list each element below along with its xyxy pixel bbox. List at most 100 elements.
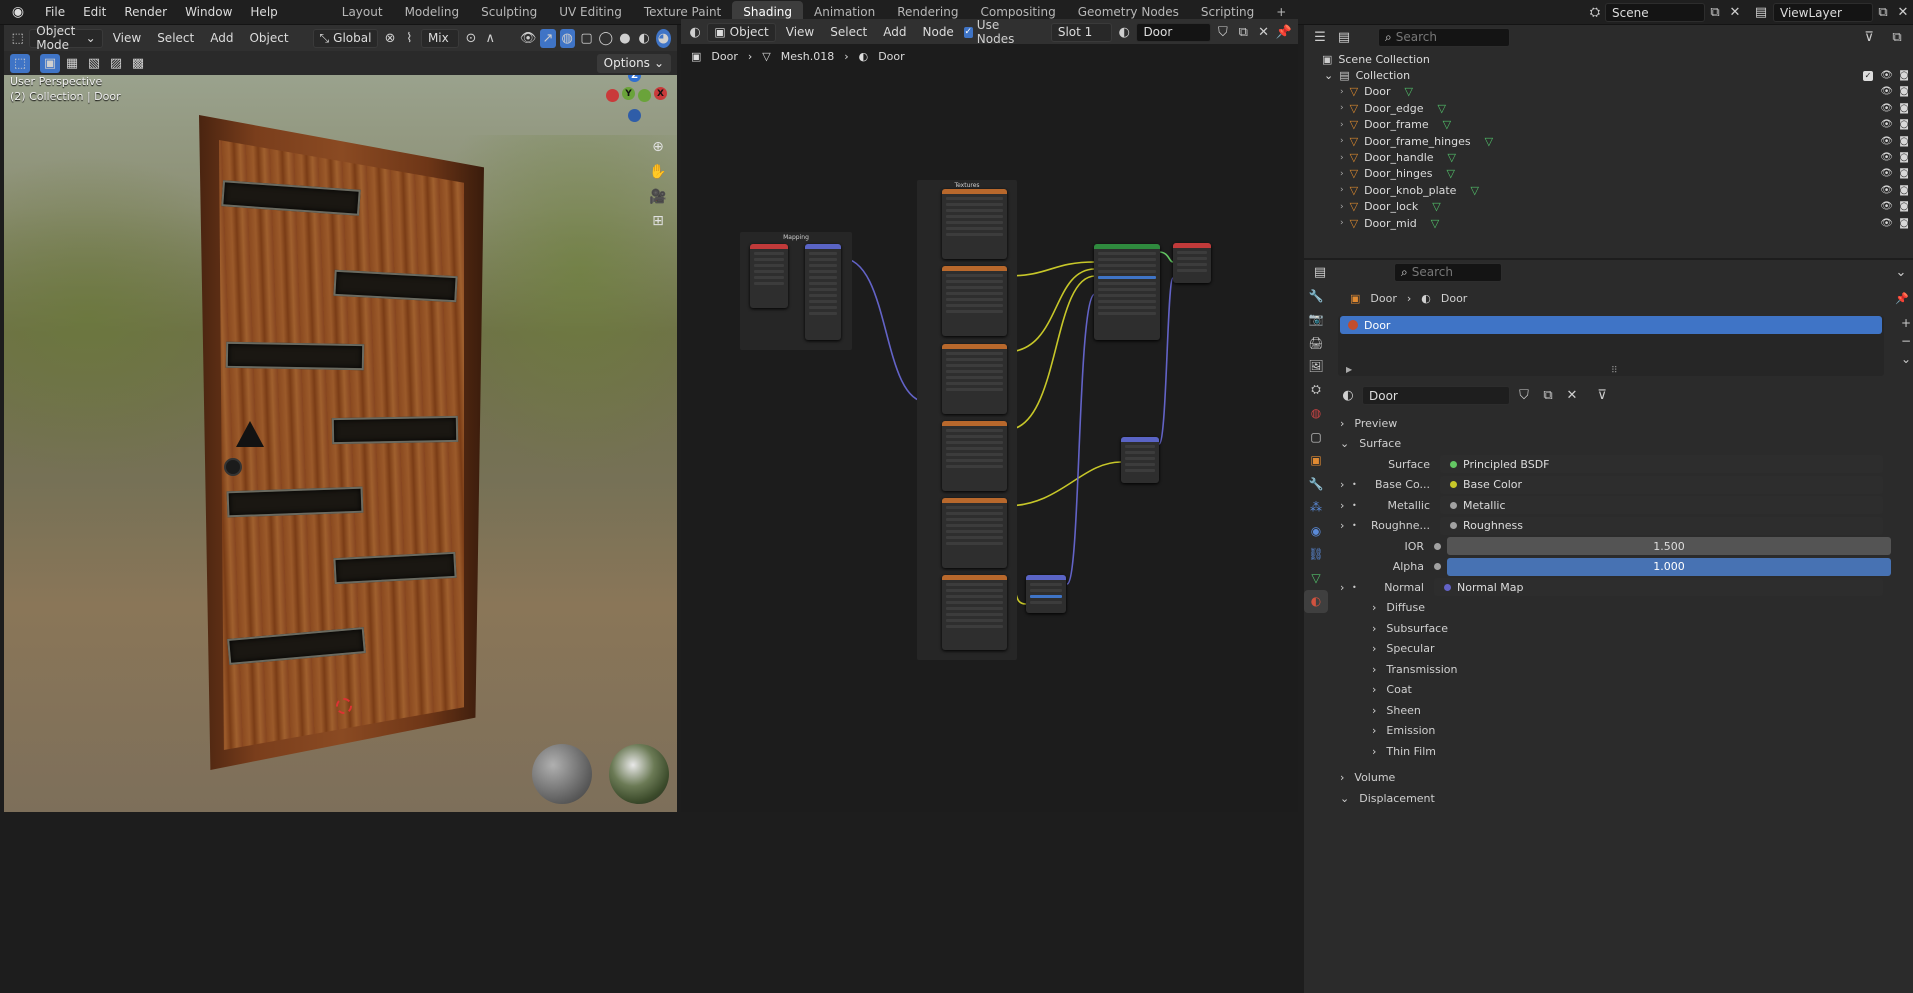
blender-logo-icon[interactable]: ◉	[0, 4, 36, 20]
duplicate-material-icon[interactable]: ⧉	[1538, 386, 1558, 405]
panel-displacement[interactable]: ⌄ Displacement	[1334, 788, 1913, 809]
visibility-icon[interactable]: 👁	[520, 29, 537, 48]
mesh-data-icon[interactable]: ▽	[1431, 217, 1439, 230]
surface-input-field[interactable]: Roughness	[1440, 516, 1883, 535]
ne-menu-view[interactable]: View	[780, 25, 820, 39]
eye-icon[interactable]: 👁	[1880, 70, 1893, 81]
mesh-data-tab-icon[interactable]: ▽	[1304, 566, 1328, 590]
view-layer-tab-icon[interactable]: 🖼	[1304, 355, 1328, 379]
material-shading-icon[interactable]: ◐	[637, 29, 652, 48]
node-image-texture-roughness[interactable]	[942, 421, 1007, 491]
mode-invert-icon[interactable]: ▨	[106, 54, 126, 73]
node-image-texture-basecolor[interactable]	[942, 266, 1007, 336]
menu-render[interactable]: Render	[115, 5, 176, 19]
pan-hand-icon[interactable]: ✋	[646, 160, 670, 184]
3d-cursor-icon[interactable]	[336, 698, 352, 714]
new-collection-icon[interactable]: ⧉	[1887, 28, 1907, 47]
eye-icon[interactable]: 👁	[1880, 152, 1893, 163]
eye-icon[interactable]: 👁	[1880, 103, 1893, 114]
socket-dot-icon[interactable]	[1434, 542, 1441, 550]
normal-field[interactable]: Normal Map	[1434, 578, 1883, 597]
chevron-right-icon[interactable]: ›	[1340, 120, 1344, 130]
falloff-icon[interactable]: ∧	[483, 29, 498, 48]
chevron-right-icon[interactable]: ›	[1340, 499, 1352, 512]
gizmo-x-axis[interactable]: X	[654, 87, 667, 100]
delete-view-layer-icon[interactable]: ✕	[1893, 3, 1913, 22]
material-slot-list[interactable]: Door ▶ ⠿	[1338, 316, 1884, 376]
outliner-item[interactable]: › ▽ Door ▽ 👁 ◙	[1304, 84, 1913, 100]
camera-render-icon[interactable]: ◙	[1899, 168, 1909, 179]
eye-icon[interactable]: 👁	[1880, 218, 1893, 229]
subpanel-subsurface[interactable]: › Subsurface	[1334, 618, 1913, 639]
subpanel-diffuse[interactable]: › Diffuse	[1334, 598, 1913, 619]
mesh-data-icon[interactable]: ▽	[1447, 167, 1455, 180]
collection-row[interactable]: ⌄ ▤ Collection ✓ 👁 ◙	[1304, 67, 1913, 83]
mesh-data-icon[interactable]: ▽	[1405, 85, 1413, 98]
fake-user-shield-icon[interactable]: ⛉	[1215, 23, 1231, 42]
pivot-icon[interactable]: ⊗	[382, 29, 397, 48]
node-mapping[interactable]	[805, 244, 841, 340]
node-link-icon[interactable]: ⊽	[1592, 386, 1612, 405]
mesh-data-icon[interactable]: ▽	[1438, 102, 1446, 115]
proportional-edit-icon[interactable]: ⊙	[463, 29, 478, 48]
duplicate-material-icon[interactable]: ⧉	[1235, 23, 1251, 42]
tab-uv-editing[interactable]: UV Editing	[548, 1, 633, 23]
chevron-right-icon[interactable]: ›	[1340, 136, 1344, 146]
menu-edit[interactable]: Edit	[74, 5, 115, 19]
unlink-material-icon[interactable]: ✕	[1562, 386, 1582, 405]
panel-preview[interactable]: › Preview	[1334, 413, 1913, 434]
outliner-item[interactable]: › ▽ Door_frame_hinges ▽ 👁 ◙	[1304, 133, 1913, 149]
vp-menu-select[interactable]: Select	[151, 31, 200, 45]
properties-editor-icon[interactable]: ▤	[1310, 263, 1330, 282]
overlay-toggle-icon[interactable]: ◍	[559, 28, 575, 48]
chevron-right-icon[interactable]: ›	[1340, 103, 1344, 113]
output-tab-icon[interactable]: 🖨	[1304, 331, 1328, 355]
menu-window[interactable]: Window	[176, 5, 241, 19]
add-slot-icon[interactable]: +	[1901, 316, 1911, 330]
snap-mode-dropdown[interactable]: Mix	[420, 28, 460, 48]
scene-tab-icon[interactable]: ⛭	[1304, 378, 1328, 402]
eye-icon[interactable]: 👁	[1880, 185, 1893, 196]
rendered-shading-icon[interactable]: ◕	[655, 28, 672, 48]
chevron-down-icon[interactable]: ⌄	[1891, 263, 1911, 282]
transform-orientation-dropdown[interactable]: ⤡ Global	[312, 28, 379, 48]
use-nodes-checkbox[interactable]: ✓	[963, 26, 973, 38]
node-image-texture-height[interactable]	[942, 498, 1007, 568]
outliner-item[interactable]: › ▽ Door_lock ▽ 👁 ◙	[1304, 199, 1913, 215]
shader-type-dropdown[interactable]: ▣ Object	[707, 22, 776, 42]
pin-icon[interactable]: 📌	[1895, 292, 1909, 305]
mesh-data-icon[interactable]: ▽	[1443, 118, 1451, 131]
new-scene-icon[interactable]: ⧉	[1705, 3, 1725, 22]
gizmo-z-axis[interactable]: Z	[628, 75, 641, 82]
outliner-item[interactable]: › ▽ Door_edge ▽ 👁 ◙	[1304, 100, 1913, 116]
scene-name-field[interactable]: Scene	[1605, 3, 1705, 22]
camera-render-icon[interactable]: ◙	[1899, 103, 1909, 114]
select-box-icon[interactable]: ⬚	[10, 53, 30, 73]
camera-render-icon[interactable]: ◙	[1899, 152, 1909, 163]
ne-menu-select[interactable]: Select	[824, 25, 873, 39]
socket-dot-icon[interactable]	[1434, 563, 1441, 571]
eye-icon[interactable]: 👁	[1880, 201, 1893, 212]
3d-viewport[interactable]: User Perspective (2) Collection | Door Z…	[4, 75, 677, 812]
scene-icon[interactable]: ⛭	[1585, 3, 1605, 22]
collection-tab-icon[interactable]: ▢	[1304, 425, 1328, 449]
gizmo-neg-x-axis[interactable]	[606, 89, 619, 102]
outliner-item[interactable]: › ▽ Door_hinges ▽ 👁 ◙	[1304, 166, 1913, 182]
mesh-data-icon[interactable]: ▽	[1485, 135, 1493, 148]
expand-list-icon[interactable]: ▶	[1346, 365, 1352, 374]
node-image-texture-metallic[interactable]	[942, 344, 1007, 414]
render-tab-icon[interactable]: 📷	[1304, 308, 1328, 332]
chevron-right-icon[interactable]: ›	[1340, 519, 1352, 532]
options-button[interactable]: Options ⌄	[596, 53, 671, 73]
view-layer-field[interactable]: ViewLayer	[1773, 3, 1873, 22]
constraints-tab-icon[interactable]: ⛓	[1304, 543, 1328, 567]
camera-render-icon[interactable]: ◙	[1899, 185, 1909, 196]
panel-surface[interactable]: ⌄ Surface	[1334, 434, 1913, 455]
delete-scene-icon[interactable]: ✕	[1725, 3, 1745, 22]
camera-render-icon[interactable]: ◙	[1899, 218, 1909, 229]
solid-shading-icon[interactable]: ●	[617, 29, 632, 48]
mode-extend-icon[interactable]: ▦	[62, 54, 82, 73]
vp-menu-view[interactable]: View	[107, 31, 147, 45]
ne-menu-node[interactable]: Node	[917, 25, 960, 39]
exclude-checkbox[interactable]: ✓	[1863, 70, 1873, 81]
